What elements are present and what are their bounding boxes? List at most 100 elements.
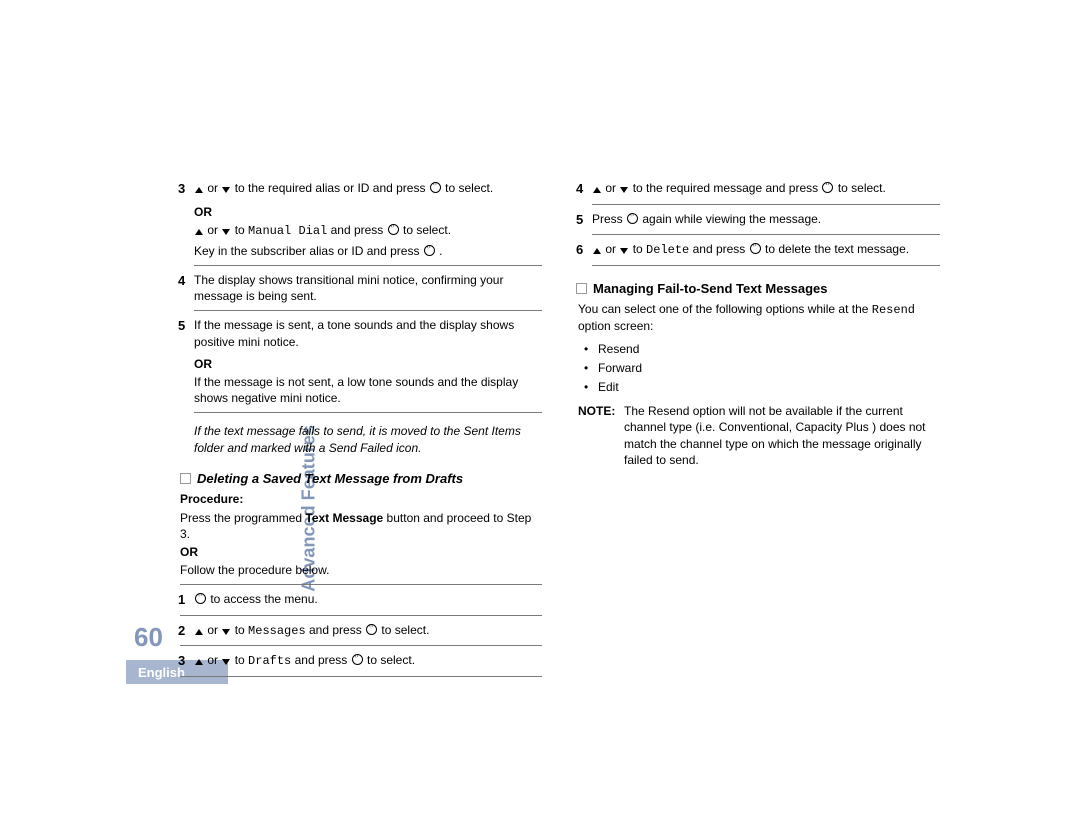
step-4-body: The display shows transitional mini noti… xyxy=(194,272,542,304)
step-num-3: 3 xyxy=(178,652,194,670)
menu-item-manual-dial: Manual Dial xyxy=(248,224,327,238)
option-label: Edit xyxy=(598,379,619,395)
text: Key in the subscriber alias or ID and pr… xyxy=(194,244,423,258)
text: . xyxy=(439,244,442,258)
managing-heading: Managing Fail-to-Send Text Messages xyxy=(576,280,940,298)
step-num-4: 4 xyxy=(178,272,194,304)
ok-icon xyxy=(750,243,761,254)
d-step-3: 3 or to Drafts and press to select. xyxy=(178,652,542,670)
menu-item-messages: Messages xyxy=(248,624,306,638)
text: and press xyxy=(295,653,351,667)
or-label: OR xyxy=(180,544,542,560)
r-step-5-body: Press again while viewing the message. xyxy=(592,211,940,229)
divider xyxy=(194,412,542,413)
option-label: Resend xyxy=(598,341,639,357)
bullet-icon: • xyxy=(584,360,598,376)
step-num-2: 2 xyxy=(178,622,194,640)
text: and press xyxy=(309,623,365,637)
or-label: OR xyxy=(194,204,542,220)
step-num-3: 3 xyxy=(178,180,194,198)
list-item: • Forward xyxy=(584,360,940,376)
divider xyxy=(194,265,542,266)
ok-icon xyxy=(627,213,638,224)
d-step-2-body: or to Messages and press to select. xyxy=(194,622,542,640)
follow-text: Follow the procedure below. xyxy=(180,562,542,578)
divider xyxy=(180,676,542,677)
step-5-alt: If the message is not sent, a low tone s… xyxy=(194,374,542,406)
down-icon xyxy=(222,659,230,665)
divider xyxy=(592,204,940,205)
ok-icon xyxy=(195,593,206,604)
text: Press xyxy=(592,212,626,226)
menu-item-drafts: Drafts xyxy=(248,654,291,668)
text: to xyxy=(235,223,248,237)
page-number: 60 xyxy=(134,622,163,653)
text: to xyxy=(235,623,248,637)
ok-icon xyxy=(388,224,399,235)
heading-text: Deleting a Saved Text Message from Draft… xyxy=(197,470,463,488)
text: or xyxy=(605,242,619,256)
bullet-icon: • xyxy=(584,379,598,395)
right-column: 4 or to the required message and press t… xyxy=(576,178,946,683)
step-3-alt: or to Manual Dial and press to select. xyxy=(194,222,542,239)
intro-text: You can select one of the following opti… xyxy=(578,301,940,334)
up-icon xyxy=(593,248,601,254)
up-icon xyxy=(195,187,203,193)
r-step-4-body: or to the required message and press to … xyxy=(592,180,940,198)
step-num-5: 5 xyxy=(178,317,194,349)
section-icon xyxy=(180,473,191,484)
text: to delete the text message. xyxy=(765,242,909,256)
ok-icon xyxy=(822,182,833,193)
ok-icon xyxy=(366,624,377,635)
ok-icon xyxy=(430,182,441,193)
left-column: 3 or to the required alias or ID and pre… xyxy=(178,178,548,683)
manual-page: Advanced Features 60 English 3 or to the… xyxy=(0,0,1080,834)
step-5-body: If the message is sent, a tone sounds an… xyxy=(194,317,542,349)
down-icon xyxy=(620,248,628,254)
d-step-3-body: or to Drafts and press to select. xyxy=(194,652,542,670)
text: to the required alias or ID and press xyxy=(235,181,429,195)
menu-item-delete: Delete xyxy=(646,243,689,257)
r-step-6: 6 or to Delete and press to delete the t… xyxy=(576,241,940,259)
heading-text: Managing Fail-to-Send Text Messages xyxy=(593,280,828,298)
procedure-label: Procedure: xyxy=(180,491,542,507)
up-icon xyxy=(195,229,203,235)
fail-note: If the text message fails to send, it is… xyxy=(194,423,542,455)
options-list: • Resend • Forward • Edit xyxy=(584,341,940,396)
text: to access the menu. xyxy=(210,592,317,606)
text: to select. xyxy=(445,181,493,195)
divider xyxy=(180,615,542,616)
d-step-2: 2 or to Messages and press to select. xyxy=(178,622,542,640)
text: to xyxy=(235,653,248,667)
text: or xyxy=(207,181,221,195)
text: to select. xyxy=(381,623,429,637)
step-5: 5 If the message is sent, a tone sounds … xyxy=(178,317,542,349)
down-icon xyxy=(620,187,628,193)
step-num-5: 5 xyxy=(576,211,592,229)
d-step-1: 1 to access the menu. xyxy=(178,591,542,609)
note-label: NOTE: xyxy=(578,403,624,468)
text: to select. xyxy=(403,223,451,237)
content-columns: 3 or to the required alias or ID and pre… xyxy=(178,178,948,683)
text: to select. xyxy=(367,653,415,667)
text: to the required message and press xyxy=(633,181,822,195)
down-icon xyxy=(222,229,230,235)
text: You can select one of the following opti… xyxy=(578,302,872,316)
text: and press xyxy=(331,223,387,237)
text: Press the programmed xyxy=(180,511,305,525)
text: or xyxy=(605,181,619,195)
text: to xyxy=(633,242,646,256)
menu-item-resend: Resend xyxy=(872,303,915,317)
option-label: Forward xyxy=(598,360,642,376)
ok-icon xyxy=(424,245,435,256)
section-icon xyxy=(576,283,587,294)
divider xyxy=(592,265,940,266)
step-3-body: or to the required alias or ID and press… xyxy=(194,180,542,198)
up-icon xyxy=(195,659,203,665)
list-item: • Edit xyxy=(584,379,940,395)
text: or xyxy=(207,223,221,237)
down-icon xyxy=(222,629,230,635)
up-icon xyxy=(195,629,203,635)
divider xyxy=(592,234,940,235)
list-item: • Resend xyxy=(584,341,940,357)
